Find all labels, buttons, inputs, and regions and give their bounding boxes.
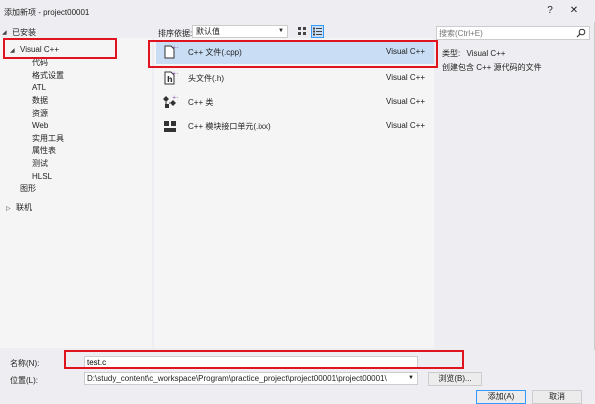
tree-item-graphics[interactable]: 图形 — [20, 183, 36, 195]
template-language: Visual C++ — [386, 121, 425, 130]
template-language: Visual C++ — [386, 73, 425, 82]
tree-item-code[interactable]: 代码 — [32, 57, 48, 69]
tree-item-resource[interactable]: 资源 — [32, 108, 48, 120]
module-icon — [164, 121, 176, 132]
template-name: C++ 模块接口单元(.ixx) — [188, 122, 271, 131]
cpp-class-icon: ++ — [163, 95, 178, 108]
svg-text:++: ++ — [172, 71, 178, 77]
name-label: 名称(N): — [10, 359, 40, 368]
tree-item-label: 联机 — [16, 203, 32, 212]
template-name: C++ 类 — [188, 98, 214, 107]
collapse-arrow-icon: ◢ — [2, 29, 7, 36]
search-input[interactable] — [437, 27, 567, 39]
add-new-item-dialog: 添加新项 - project00001 ? ✕ ◢ 已安装 ◢ Visual C+… — [0, 0, 595, 404]
grid-view-icon — [298, 27, 306, 35]
type-value: Visual C++ — [466, 49, 506, 58]
tree-item-online[interactable]: ▷ 联机 — [6, 202, 32, 214]
template-item-module[interactable]: C++ 模块接口单元(.ixx) Visual C++ — [156, 114, 434, 138]
location-label: 位置(L): — [10, 376, 38, 385]
tree-item-visual-cpp[interactable]: ◢ Visual C++ — [10, 44, 59, 56]
name-field[interactable] — [84, 356, 418, 368]
collapse-arrow-icon: ◢ — [10, 48, 15, 54]
tree-item-utility[interactable]: 实用工具 — [32, 133, 64, 145]
close-button[interactable]: ✕ — [567, 4, 581, 18]
installed-header[interactable]: ◢ 已安装 — [2, 26, 36, 38]
cancel-button[interactable]: 取消 — [532, 390, 582, 404]
category-tree: ◢ Visual C++ 代码 格式设置 ATL 数据 资源 Web 实用工具 属… — [0, 38, 152, 348]
header-file-icon: h ++ — [164, 71, 178, 85]
tree-item-atl[interactable]: ATL — [32, 82, 46, 94]
chevron-down-icon: ▼ — [406, 373, 414, 384]
template-language: Visual C++ — [386, 47, 425, 56]
list-view-icon — [313, 27, 322, 36]
template-item-cpp-file[interactable]: ++ C++ 文件(.cpp) Visual C++ — [156, 40, 434, 64]
sort-value: 默认值 — [196, 27, 220, 36]
tree-item-label: Visual C++ — [20, 45, 59, 54]
search-icon[interactable] — [576, 28, 586, 38]
template-name: C++ 文件(.cpp) — [188, 48, 242, 57]
tree-item-property-sheets[interactable]: 属性表 — [32, 145, 56, 157]
template-language: Visual C++ — [386, 97, 425, 106]
add-button[interactable]: 添加(A) — [476, 390, 526, 404]
tree-item-data[interactable]: 数据 — [32, 95, 48, 107]
details-pane: 类型: Visual C++ 创建包含 C++ 源代码的文件 — [436, 44, 590, 348]
template-list: ++ C++ 文件(.cpp) Visual C++ h ++ 头文件(.h) … — [154, 38, 434, 348]
sort-dropdown[interactable]: 默认值 ▼ — [192, 25, 288, 38]
search-box[interactable] — [436, 26, 590, 40]
installed-label: 已安装 — [12, 27, 36, 37]
list-view-button[interactable] — [311, 25, 324, 38]
type-label: 类型: — [442, 49, 461, 58]
window-title: 添加新项 - project00001 — [4, 8, 90, 17]
tree-item-hlsl[interactable]: HLSL — [32, 171, 52, 183]
template-name: 头文件(.h) — [188, 74, 224, 83]
template-item-header-file[interactable]: h ++ 头文件(.h) Visual C++ — [156, 66, 434, 90]
tree-item-test[interactable]: 测试 — [32, 158, 48, 170]
cpp-file-icon: ++ — [164, 45, 178, 59]
chevron-down-icon: ▼ — [278, 28, 284, 34]
location-dropdown[interactable]: D:\study_content\c_workspace\Program\pra… — [84, 372, 418, 385]
template-item-cpp-class[interactable]: ++ C++ 类 Visual C++ — [156, 90, 434, 114]
location-value: D:\study_content\c_workspace\Program\pra… — [87, 374, 387, 383]
type-row: 类型: Visual C++ — [442, 48, 505, 59]
expand-arrow-icon: ▷ — [6, 206, 11, 212]
svg-text:++: ++ — [172, 45, 178, 51]
grid-view-button[interactable] — [296, 25, 309, 38]
title-bar: 添加新项 - project00001 ? ✕ — [0, 0, 595, 22]
tree-item-web[interactable]: Web — [32, 120, 48, 132]
tree-item-formatting[interactable]: 格式设置 — [32, 70, 64, 82]
help-button[interactable]: ? — [543, 4, 557, 18]
svg-text:++: ++ — [172, 95, 178, 101]
browse-button[interactable]: 浏览(B)... — [428, 372, 482, 386]
bottom-form: 名称(N): 位置(L): D:\study_content\c_workspa… — [0, 350, 595, 404]
description-text: 创建包含 C++ 源代码的文件 — [442, 63, 542, 72]
